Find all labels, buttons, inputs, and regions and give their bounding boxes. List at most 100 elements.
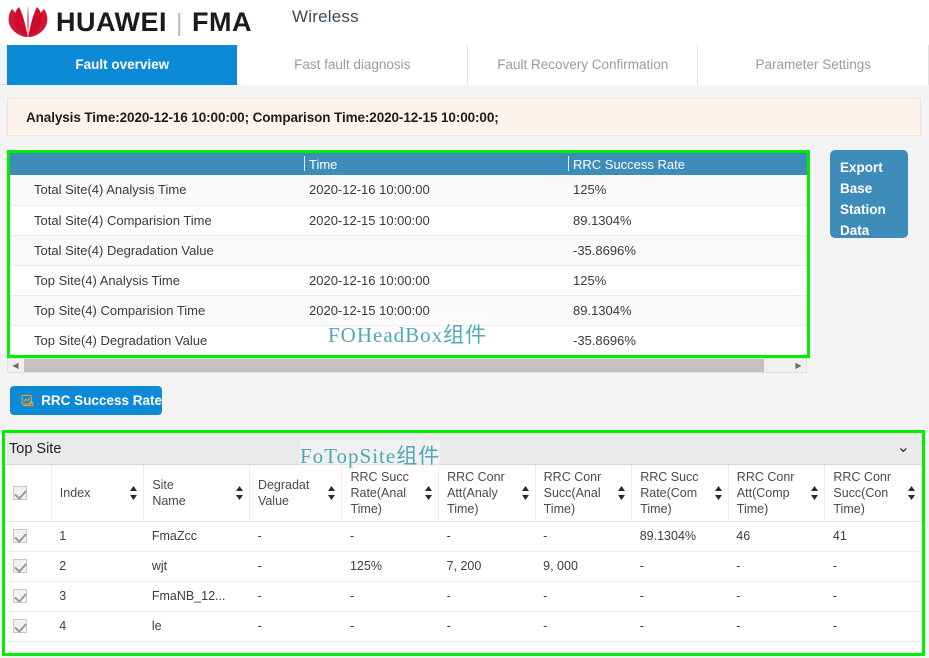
table-row: Total Site(4) Analysis Time 2020-12-16 1… [10,175,807,206]
cell-succ-analysis: 9, 000 [535,551,632,582]
top-site-panel-header[interactable]: Top Site ⌄ [5,433,922,465]
head-row-time [302,325,566,355]
col-rrc-succ-rate-analysis-label: RRC Succ Rate(Anal Time) [350,469,409,516]
table-row: Top Site(4) Degradation Value -35.8696% [10,325,807,355]
col-rrc-conr-att-analysis[interactable]: RRC Conr Att(Analy Time) [438,465,536,522]
brand-huawei: HUAWEI [56,6,167,37]
row-checkbox[interactable] [13,589,27,604]
row-checkbox[interactable] [13,529,27,544]
row-select-cell [5,581,52,612]
head-row-time: 2020-12-16 10:00:00 [302,175,566,206]
cell-site-name: le [143,611,250,642]
top-bar: HUAWEI | FMA Wireless [0,0,929,45]
table-row[interactable]: 1 FmaZcc - - - - 89.1304% 46 41 [5,521,922,552]
tab-parameter-settings[interactable]: Parameter Settings [698,45,929,85]
head-row-rate: 125% [566,175,807,206]
head-row-label: Total Site(4) Analysis Time [10,175,302,206]
head-row-rate: -35.8696% [566,325,807,355]
cell-index: 3 [51,581,144,612]
cell-rate-analysis: 125% [341,551,439,582]
sort-icon[interactable] [327,485,336,501]
col-rrc-succ-rate-compare-label: RRC Succ Rate(Com Time) [640,469,699,516]
head-col-rrc-success-rate: RRC Success Rate [566,153,807,175]
row-select-cell [5,551,52,582]
scrollbar-thumb[interactable] [24,359,764,372]
head-row-rate: 89.1304% [566,295,807,326]
col-rrc-conr-att-compare-label: RRC Conr Att(Comp Time) [736,469,795,516]
tab-fast-fault-diagnosis[interactable]: Fast fault diagnosis [237,45,468,85]
col-rrc-conr-succ-compare-label: RRC Conr Succ(Con Time) [833,469,892,516]
head-row-time [302,235,566,266]
select-all-checkbox[interactable] [13,486,27,501]
head-row-time: 2020-12-15 10:00:00 [302,295,566,326]
sort-icon[interactable] [714,485,723,501]
cell-site-name: FmaNB_12... [143,581,250,612]
tab-fault-overview[interactable]: Fault overview [7,45,238,85]
col-index-label: Index [59,485,91,500]
top-site-table-header: Index Site Name Degradat Value RRC Succ … [5,465,922,522]
rrc-success-rate-button[interactable]: RRC Success Rate [10,386,162,415]
sort-icon[interactable] [521,485,530,501]
cell-succ-analysis: - [535,521,632,552]
export-base-station-data-button[interactable]: Export Base Station Data [830,150,908,238]
row-checkbox[interactable] [13,619,27,634]
cell-rate-compare: - [631,611,729,642]
col-rrc-conr-succ-analysis[interactable]: RRC Conr Succ(Anal Time) [535,465,633,522]
head-row-label: Top Site(4) Degradation Value [10,325,302,355]
rrc-success-rate-button-label: RRC Success Rate [41,393,162,408]
sort-icon[interactable] [810,485,819,501]
head-table-horizontal-scrollbar[interactable]: ◀ ▶ [7,358,807,373]
table-row[interactable]: 2 wjt - 125% 7, 200 9, 000 - - - [5,551,922,582]
tab-strip: Fault overview Fast fault diagnosis Faul… [0,45,929,85]
col-site-name[interactable]: Site Name [143,465,250,522]
cell-index: 4 [51,611,144,642]
cell-rate-compare: - [631,551,729,582]
head-row-rate: -35.8696% [566,235,807,266]
col-degradation-value[interactable]: Degradat Value [249,465,343,522]
cell-att-analysis: - [438,521,536,552]
table-row: Total Site(4) Degradation Value -35.8696… [10,235,807,266]
head-row-time: 2020-12-16 10:00:00 [302,265,566,296]
head-table-body: Total Site(4) Analysis Time 2020-12-16 1… [10,175,807,355]
table-row[interactable]: 3 FmaNB_12... - - - - - - - [5,581,922,612]
table-row[interactable]: 4 le - - - - - - - [5,611,922,642]
col-rrc-conr-succ-analysis-label: RRC Conr Succ(Anal Time) [543,469,602,516]
huawei-flower-logo-icon [8,5,48,37]
top-site-header-row: Index Site Name Degradat Value RRC Succ … [5,465,922,522]
sort-icon[interactable] [424,485,433,501]
col-degradation-value-label: Degradat Value [257,477,310,508]
sort-icon[interactable] [617,485,626,501]
head-col-blank [10,153,302,175]
col-rrc-succ-rate-analysis[interactable]: RRC Succ Rate(Anal Time) [341,465,440,522]
col-rrc-conr-att-compare[interactable]: RRC Conr Att(Comp Time) [728,465,826,522]
col-rrc-succ-rate-compare[interactable]: RRC Succ Rate(Com Time) [631,465,729,522]
cell-att-analysis: - [438,581,536,612]
table-row: Total Site(4) Comparision Time 2020-12-1… [10,205,807,236]
head-table-header-row: Time RRC Success Rate [10,153,807,175]
head-row-rate: 89.1304% [566,205,807,236]
top-site-table-scroll[interactable]: Index Site Name Degradat Value RRC Succ … [5,465,922,653]
sort-icon[interactable] [907,485,916,501]
scroll-left-arrow-icon[interactable]: ◀ [8,359,23,372]
row-checkbox[interactable] [13,559,27,574]
cell-att-compare: - [728,581,825,612]
head-summary-table: Time RRC Success Rate Total Site(4) Anal… [10,153,807,355]
sort-icon[interactable] [235,485,244,501]
chevron-down-icon[interactable]: ⌄ [897,439,910,457]
scroll-right-arrow-icon[interactable]: ▶ [791,359,806,372]
brand-logo[interactable]: HUAWEI | FMA [6,2,252,42]
table-row: Top Site(4) Analysis Time 2020-12-16 10:… [10,265,807,296]
tab-list: Fault overview Fast fault diagnosis Faul… [0,45,929,85]
cell-site-name: FmaZcc [143,521,250,552]
cell-succ-compare: - [824,611,922,642]
cell-degradation: - [249,551,342,582]
cell-att-compare: - [728,551,825,582]
col-index[interactable]: Index [51,465,145,522]
module-title: Wireless [292,7,359,26]
cell-att-analysis: 7, 200 [438,551,536,582]
sort-icon[interactable] [129,485,138,501]
col-rrc-conr-succ-compare[interactable]: RRC Conr Succ(Con Time) [824,465,922,522]
head-row-label: Top Site(4) Comparision Time [10,295,302,326]
tab-fault-recovery-confirmation[interactable]: Fault Recovery Confirmation [467,45,699,85]
cell-succ-analysis: - [535,611,632,642]
